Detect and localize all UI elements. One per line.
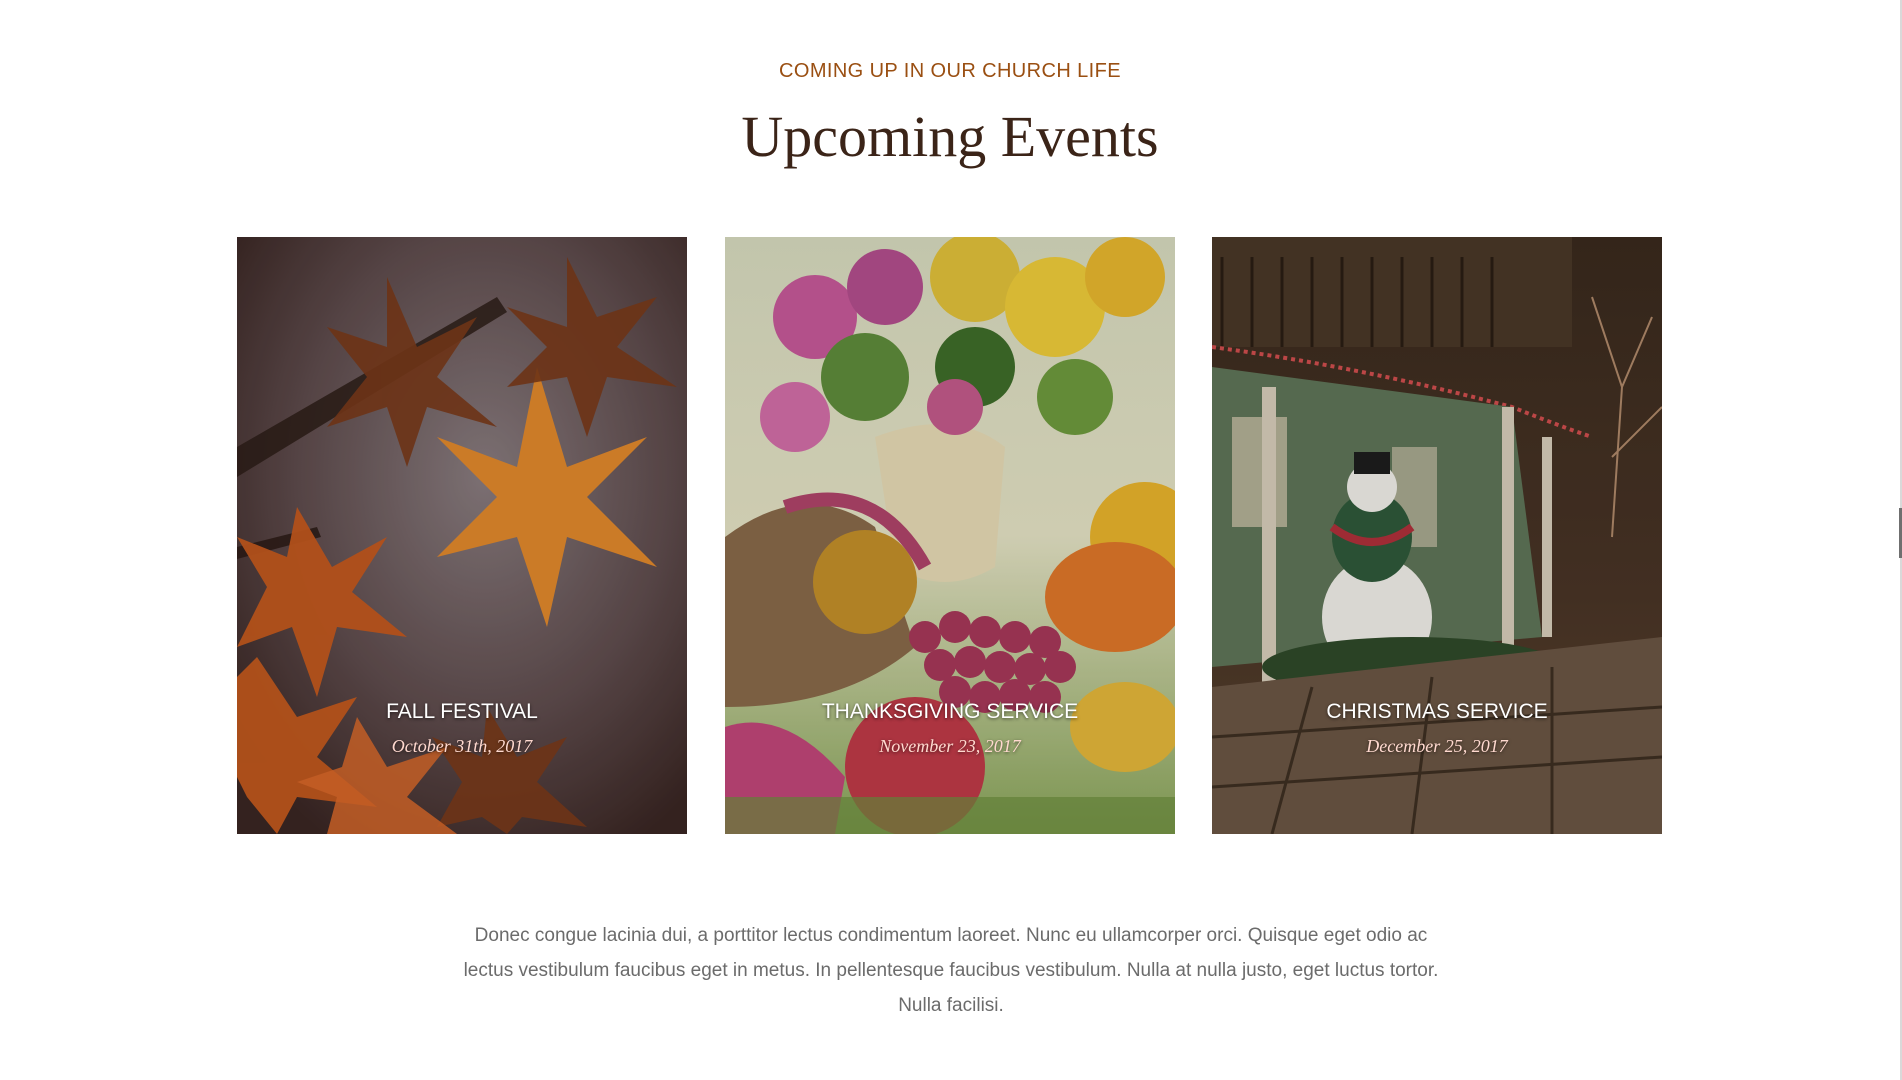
- section-description: Donec congue lacinia dui, a porttitor le…: [463, 925, 1439, 1016]
- event-card-christmas-service[interactable]: CHRISTMAS SERVICE December 25, 2017: [1212, 237, 1662, 834]
- event-date: December 25, 2017: [1366, 736, 1508, 756]
- section-eyebrow: COMING UP IN OUR CHURCH LIFE: [779, 60, 1121, 82]
- events-section: COMING UP IN OUR CHURCH LIFE Upcoming Ev…: [0, 0, 1902, 1080]
- event-title: CHRISTMAS SERVICE: [1326, 700, 1548, 723]
- event-card-fall-festival[interactable]: FALL FESTIVAL October 31th, 2017: [237, 237, 687, 834]
- section-title: Upcoming Events: [741, 104, 1159, 169]
- event-cards: FALL FESTIVAL October 31th, 2017 THANKSG…: [237, 237, 1662, 834]
- event-title: THANKSGIVING SERVICE: [821, 700, 1079, 723]
- event-date: October 31th, 2017: [391, 736, 533, 756]
- event-card-thanksgiving-service[interactable]: THANKSGIVING SERVICE November 23, 2017: [725, 237, 1175, 834]
- event-date: November 23, 2017: [879, 736, 1021, 756]
- event-title: FALL FESTIVAL: [386, 700, 538, 723]
